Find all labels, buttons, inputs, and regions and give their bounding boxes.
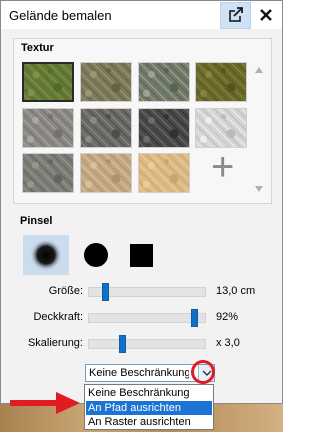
size-slider[interactable]: [88, 283, 206, 301]
window-title: Gelände bemalen: [9, 8, 112, 23]
texture-snow[interactable]: [195, 108, 247, 148]
size-label: Größe:: [48, 285, 83, 297]
texture-heading: Textur: [21, 42, 54, 54]
size-slider-thumb[interactable]: [102, 283, 109, 301]
texture-concrete[interactable]: [22, 153, 74, 193]
close-button[interactable]: [255, 4, 277, 26]
brush-circle-option[interactable]: [73, 235, 119, 275]
scale-slider-thumb[interactable]: [119, 335, 126, 353]
opacity-value: 92%: [216, 311, 239, 323]
annotation-highlight-circle: [191, 360, 215, 384]
texture-grass-rocky[interactable]: [80, 62, 132, 102]
texture-sand[interactable]: [80, 153, 132, 193]
brush-soft-option[interactable]: [23, 235, 69, 275]
square-brush-icon: [130, 244, 153, 267]
soft-brush-icon: [30, 239, 62, 271]
close-icon: [260, 9, 272, 21]
popout-button[interactable]: [220, 2, 251, 29]
size-value: 13,0 cm: [216, 285, 256, 297]
brush-square-option[interactable]: [119, 235, 165, 275]
texture-cobblestone[interactable]: [80, 108, 132, 148]
hard-circle-brush-icon: [84, 243, 108, 267]
texture-dark-rock[interactable]: [138, 108, 190, 148]
texture-grass-green[interactable]: [22, 62, 74, 102]
opacity-slider-thumb[interactable]: [191, 309, 198, 327]
add-icon: +: [211, 145, 235, 189]
texture-moss[interactable]: [195, 62, 247, 102]
scale-value: x 3,0: [216, 337, 240, 349]
annotation-arrow: [10, 392, 80, 414]
option-align-to-path[interactable]: An Pfad ausrichten: [86, 401, 212, 415]
alignment-options-list: Keine Beschränkung An Pfad ausrichten An…: [84, 384, 214, 430]
scroll-up-button[interactable]: [255, 67, 263, 73]
scale-slider[interactable]: [88, 335, 206, 353]
texture-wood[interactable]: [138, 153, 190, 193]
alignment-current-value: Keine Beschränkung: [89, 367, 189, 379]
scale-label: Skalierung:: [27, 337, 83, 349]
scroll-down-button[interactable]: [255, 186, 263, 192]
add-texture-button[interactable]: +: [198, 145, 250, 189]
option-align-to-grid[interactable]: An Raster ausrichten: [86, 415, 212, 429]
popout-icon: [229, 7, 243, 22]
opacity-label: Deckkraft:: [33, 311, 83, 323]
opacity-slider[interactable]: [88, 309, 206, 327]
texture-gravel[interactable]: [22, 108, 74, 148]
paint-terrain-panel: Gelände bemalen Textur + Pinsel Größe: 1…: [0, 0, 283, 404]
texture-section: Textur +: [13, 38, 272, 204]
texture-grass-stones[interactable]: [138, 62, 190, 102]
title-bar: Gelände bemalen: [1, 1, 282, 29]
brush-section: Pinsel Größe: 13,0 cm Deckkraft: 92% Ska…: [13, 209, 272, 359]
brush-heading: Pinsel: [20, 215, 53, 227]
option-no-restriction[interactable]: Keine Beschränkung: [86, 386, 212, 400]
